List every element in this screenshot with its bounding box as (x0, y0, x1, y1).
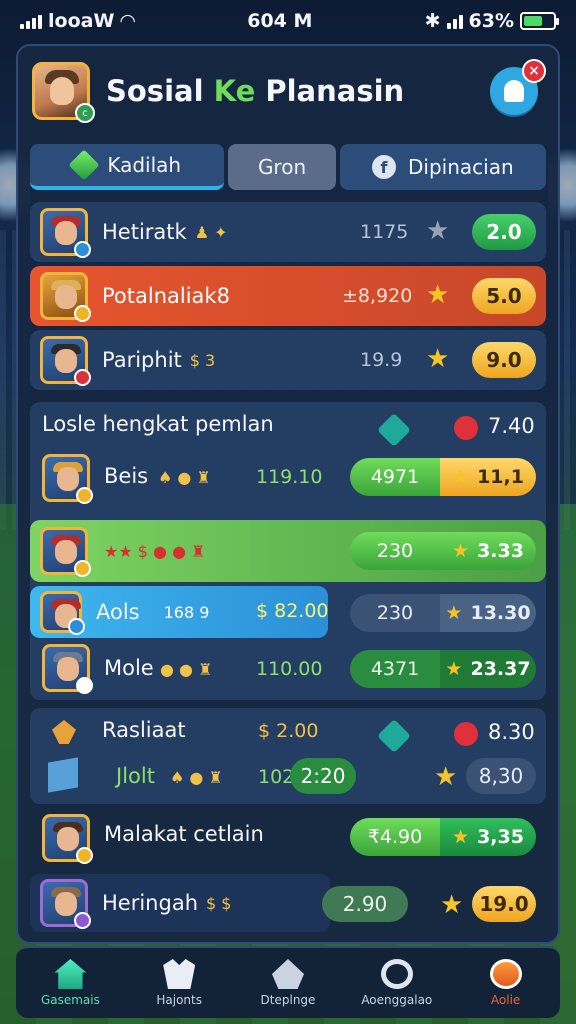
home-icon (54, 959, 87, 989)
player-avatar (40, 336, 91, 386)
trophy-icon (52, 720, 76, 744)
score-pill[interactable]: 4971 ★ 11,1 (350, 458, 536, 496)
score-pill[interactable]: 4371 ★ 23.37 (350, 650, 536, 688)
player-avatar (42, 454, 93, 504)
ring-icon (380, 959, 413, 989)
wifi-icon: ◠ (120, 10, 136, 32)
battery-icon (520, 12, 559, 30)
tab-kadilah[interactable]: Kadilah (30, 144, 225, 190)
bottom-nav: Gasemais Hajonts Dteplnge Aoenggalao Aol… (16, 946, 560, 1018)
score-pill[interactable]: 230 ★ 13.30 (350, 594, 536, 632)
score-pill[interactable]: 2.0 (472, 214, 536, 250)
nav-profile[interactable]: Aolie (451, 948, 560, 1018)
nav-rankings[interactable]: Dteplnge (234, 948, 343, 1018)
score-pill[interactable]: 8,30 (466, 758, 536, 794)
star-icon: ★ (426, 344, 450, 374)
score-pill[interactable]: 2:20 (290, 758, 356, 794)
cell-icon (446, 13, 463, 29)
player-avatar (40, 879, 91, 929)
list-item[interactable]: Pariphit $ 3 19.9 ★ 9.0 (30, 330, 546, 390)
signal-icon (20, 13, 42, 29)
carrier-label: looaW (48, 10, 115, 32)
player-name: Jlolt (116, 764, 155, 788)
star-icon: ★ (452, 466, 470, 488)
notification-button[interactable]: × (490, 59, 546, 115)
score-pill[interactable]: 5.0 (472, 278, 536, 314)
star-icon: ★ (445, 602, 463, 624)
notification-badge: × (522, 59, 546, 83)
gem-icon (377, 719, 411, 753)
player-avatar (42, 644, 93, 694)
page-title: Sosial Ke Planasin (106, 74, 405, 108)
list-item-highlighted[interactable]: Aols 168 9 $ 82.00 (30, 586, 329, 638)
gem-icon (377, 413, 411, 447)
player-name: Beis (104, 464, 149, 488)
star-icon: ★ (452, 540, 470, 562)
bluetooth-icon: ✱ (424, 10, 441, 32)
main-panel: c Sosial Ke Planasin × Kadilah Gron f Di… (16, 44, 560, 944)
nav-teams[interactable]: Hajonts (125, 948, 234, 1018)
profile-icon (489, 959, 522, 989)
star-icon: ★ (426, 280, 450, 310)
status-bar: looaW ◠ 604 M ✱ 63% (0, 0, 576, 42)
battery-percent: 63% (468, 10, 514, 32)
ruby-icon (454, 416, 478, 440)
player-name: Malakat cetlain (104, 822, 264, 846)
rewards-section: Rasliaat $ 2.00 8.30 Jlolt ♠ ● ♜ 102.16 … (30, 708, 546, 804)
bell-icon (504, 80, 524, 102)
user-avatar[interactable]: c (32, 62, 95, 123)
player-name: Mole (104, 656, 154, 680)
facebook-icon: f (372, 155, 396, 179)
star-icon: ★ (434, 762, 458, 792)
tab-gron[interactable]: Gron (228, 144, 336, 190)
list-item[interactable]: Potalnaliak8 ±8,920 ★ 5.0 (30, 266, 546, 326)
gem-icon (68, 149, 100, 181)
star-icon: ★ (452, 826, 470, 848)
rank-icon (271, 959, 304, 989)
score-pill[interactable]: 2.90 (322, 886, 408, 922)
nav-home[interactable]: Gasemais (16, 948, 125, 1018)
player-avatar (42, 814, 93, 864)
player-avatar (40, 208, 91, 258)
ruby-icon (454, 722, 478, 746)
box-icon (48, 757, 78, 793)
score-pill[interactable]: 230 ★ 3.33 (350, 532, 536, 570)
player-avatar (40, 272, 91, 322)
list-item[interactable]: ★★ $ ● ● ♜ 230 ★ 3.33 (30, 520, 546, 582)
list-item[interactable]: Heringah $ $ (30, 874, 330, 932)
player-avatar (40, 591, 85, 635)
nav-settings[interactable]: Aoenggalao (342, 948, 451, 1018)
star-icon: ★ (440, 890, 464, 920)
tab-dipinacian[interactable]: f Dipinacian (339, 144, 546, 190)
tab-bar: Kadilah Gron f Dipinacian (18, 144, 558, 190)
star-icon: ★ (426, 216, 450, 246)
score-pill[interactable]: ₹4.90 ★ 3,35 (350, 818, 536, 856)
header: c Sosial Ke Planasin × (18, 46, 558, 136)
player-avatar (40, 527, 91, 577)
score-pill[interactable]: 19.0 (472, 886, 536, 922)
section-title: Losle hengkat pemlan (42, 412, 274, 436)
clock: 604 M (247, 10, 313, 32)
star-icon: ★ (445, 658, 463, 680)
team-icon (163, 959, 196, 989)
score-pill[interactable]: 9.0 (472, 342, 536, 378)
level-badge-icon: c (75, 103, 95, 123)
list-item[interactable]: Hetiratk ♟ ✦ 1175 ★ 2.0 (30, 202, 546, 262)
